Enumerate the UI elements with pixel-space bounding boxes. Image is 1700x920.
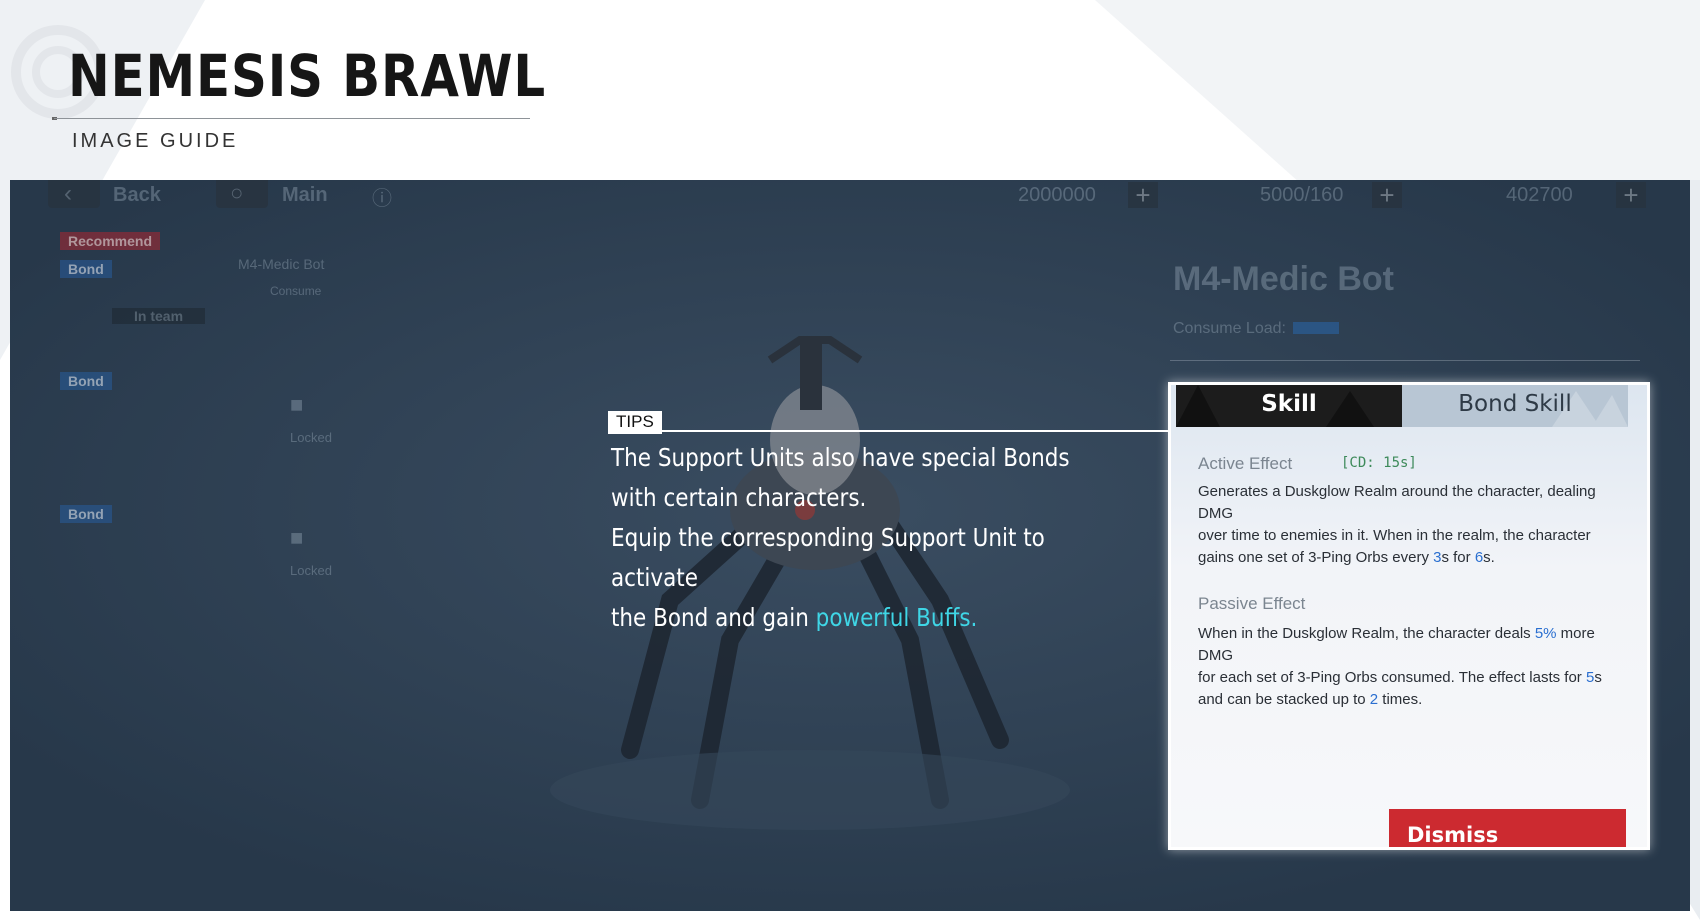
dismiss-button[interactable]: Dismiss xyxy=(1389,809,1626,847)
in-team-label: In team xyxy=(112,308,206,324)
consume-load-label: Consume Load: xyxy=(1173,320,1286,337)
add-currency-3-button[interactable]: + xyxy=(1616,182,1646,208)
unit-card[interactable]: Recommend Bond In team M4-Medic Bot Cons… xyxy=(60,232,330,330)
main-button[interactable]: ○ xyxy=(216,180,268,208)
detail-divider xyxy=(1170,360,1640,361)
tips-line-1: The Support Units also have special Bond… xyxy=(611,443,1070,472)
page-title: NEMESIS BRAWL xyxy=(68,42,547,110)
tab-skill-label: Skill xyxy=(1261,391,1317,417)
unit-consume-label: Consume xyxy=(270,284,322,298)
active-effect-description: Generates a Duskglow Realm around the ch… xyxy=(1198,481,1628,569)
bond-tag: Bond xyxy=(60,260,112,278)
tips-line-3: Equip the corresponding Support Unit to … xyxy=(611,523,1045,592)
active-line-3: gains one set of 3-Ping Orbs every 3s fo… xyxy=(1198,547,1628,569)
dmg-bonus-value: 5% xyxy=(1534,625,1557,642)
unit-card[interactable]: Bond ■ Locked xyxy=(60,372,332,472)
unit-card[interactable]: Bond ■ Locked xyxy=(60,505,332,605)
lock-icon: ■ xyxy=(290,392,304,417)
passive-effect-description: When in the Duskglow Realm, the characte… xyxy=(1198,623,1628,711)
passive-line-2: for each set of 3-Ping Orbs consumed. Th… xyxy=(1198,667,1628,689)
currency-3-value: 402700 xyxy=(1506,184,1573,206)
bond-tag: Bond xyxy=(60,505,112,523)
unit-detail-name: M4-Medic Bot xyxy=(1173,260,1394,298)
currency-1-value: 2000000 xyxy=(1018,184,1096,206)
active-line-2: over time to enemies in it. When in the … xyxy=(1198,527,1591,544)
tips-message: The Support Units also have special Bond… xyxy=(611,438,1127,638)
passive-line-2-b: s xyxy=(1594,669,1602,686)
page-subtitle: IMAGE GUIDE xyxy=(72,130,239,152)
tips-highlight: powerful Buffs. xyxy=(815,603,978,632)
back-button[interactable]: ‹ xyxy=(48,180,100,208)
passive-line-3: and can be stacked up to 2 times. xyxy=(1198,689,1628,711)
active-line-1: Generates a Duskglow Realm around the ch… xyxy=(1198,483,1596,522)
locked-label: Locked xyxy=(290,430,332,445)
active-effect-title: Active Effect xyxy=(1198,454,1293,473)
recommend-tag: Recommend xyxy=(60,232,161,250)
lock-icon: ■ xyxy=(290,525,304,550)
tab-bond-skill-label: Bond Skill xyxy=(1458,391,1572,417)
skill-panel: Skill Bond Skill Active Effect [CD: 15s]… xyxy=(1168,382,1650,850)
add-currency-1-button[interactable]: + xyxy=(1128,182,1158,208)
active-line-3-c: s. xyxy=(1483,549,1495,566)
active-line-3-a: gains one set of 3-Ping Orbs every xyxy=(1198,549,1434,566)
tips-line-4-text: the Bond and gain xyxy=(611,603,816,632)
passive-line-3-b: times. xyxy=(1378,691,1423,708)
title-divider xyxy=(54,118,530,119)
tips-connector-line xyxy=(608,430,1178,432)
passive-line-3-a: and can be stacked up to xyxy=(1198,691,1370,708)
tab-skill[interactable]: Skill xyxy=(1176,385,1402,427)
active-line-3-b: s for xyxy=(1441,549,1475,566)
currency-2-value: 5000/160 xyxy=(1260,184,1344,206)
bond-tag: Bond xyxy=(60,372,112,390)
duration-value: 6 xyxy=(1474,549,1484,566)
tips-line-4: the Bond and gain powerful Buffs. xyxy=(611,598,1127,638)
unit-name: M4-Medic Bot xyxy=(238,256,325,272)
locked-label: Locked xyxy=(290,563,332,578)
passive-line-1-a: When in the Duskglow Realm, the characte… xyxy=(1198,625,1535,642)
add-currency-2-button[interactable]: + xyxy=(1372,182,1402,208)
info-icon[interactable]: ⓘ xyxy=(372,182,392,211)
game-screenshot: ‹ Back ○ Main ⓘ 2000000 + 5000/160 + 402… xyxy=(10,180,1690,911)
dismiss-label: Dismiss xyxy=(1407,823,1499,847)
passive-effect-title: Passive Effect xyxy=(1198,594,1306,613)
max-stacks-value: 2 xyxy=(1369,691,1379,708)
passive-line-1: When in the Duskglow Realm, the characte… xyxy=(1198,623,1628,667)
tips-line-2: with certain characters. xyxy=(611,483,867,512)
tab-bond-skill[interactable]: Bond Skill xyxy=(1402,385,1628,427)
passive-line-2-a: for each set of 3-Ping Orbs consumed. Th… xyxy=(1198,669,1586,686)
consume-load-bar xyxy=(1293,322,1339,334)
back-label: Back xyxy=(113,184,161,206)
main-label: Main xyxy=(282,184,328,206)
cooldown-label: [CD: 15s] xyxy=(1341,455,1417,471)
